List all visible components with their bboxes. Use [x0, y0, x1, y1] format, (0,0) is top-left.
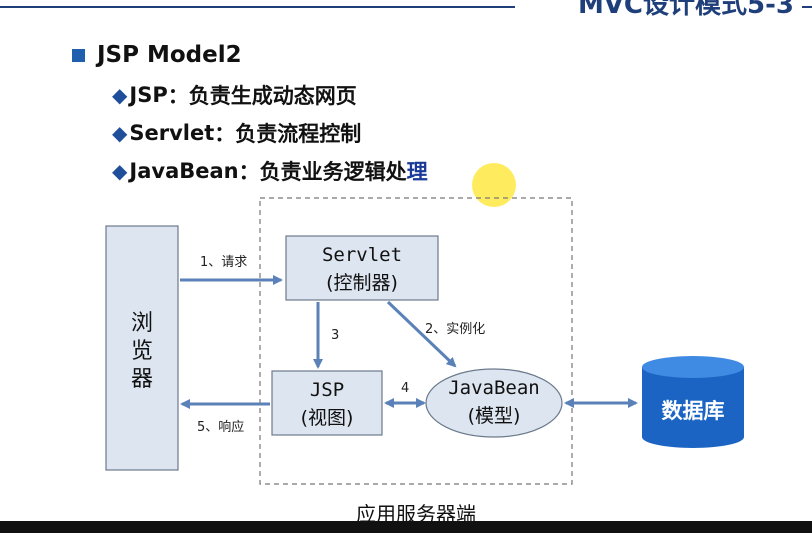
browser-label-char: 器 — [131, 367, 153, 392]
browser-node: 浏 览 器 — [105, 225, 179, 471]
servlet-node: Servlet (控制器) — [285, 235, 439, 301]
jsp-role: (视图) — [301, 407, 354, 429]
arrow-response-label: 5、响应 — [197, 419, 244, 435]
javabean-label: JavaBean — [448, 377, 540, 399]
arrow-instantiate-label: 2、实例化 — [425, 322, 485, 337]
servlet-role: (控制器) — [326, 272, 398, 294]
bottom-bar — [0, 521, 812, 533]
database-label: 数据库 — [662, 399, 725, 423]
arrow-request-label: 1、请求 — [200, 255, 247, 270]
javabean-role: (模型) — [468, 405, 521, 427]
arrow-forward-label: 3 — [331, 328, 339, 343]
database-node: 数据库 — [642, 356, 744, 448]
javabean-node: JavaBean (模型) — [425, 368, 563, 438]
arrow-access-label: 4 — [401, 381, 409, 396]
jsp-node: JSP (视图) — [271, 370, 383, 436]
browser-label-char: 浏 — [131, 311, 153, 336]
mvc-diagram: 应用服务器端 浏 览 器 Servlet (控制器) JSP (视图) Java… — [105, 197, 744, 526]
servlet-label: Servlet — [322, 244, 402, 266]
jsp-label: JSP — [310, 379, 344, 401]
browser-label-char: 览 — [131, 339, 153, 364]
